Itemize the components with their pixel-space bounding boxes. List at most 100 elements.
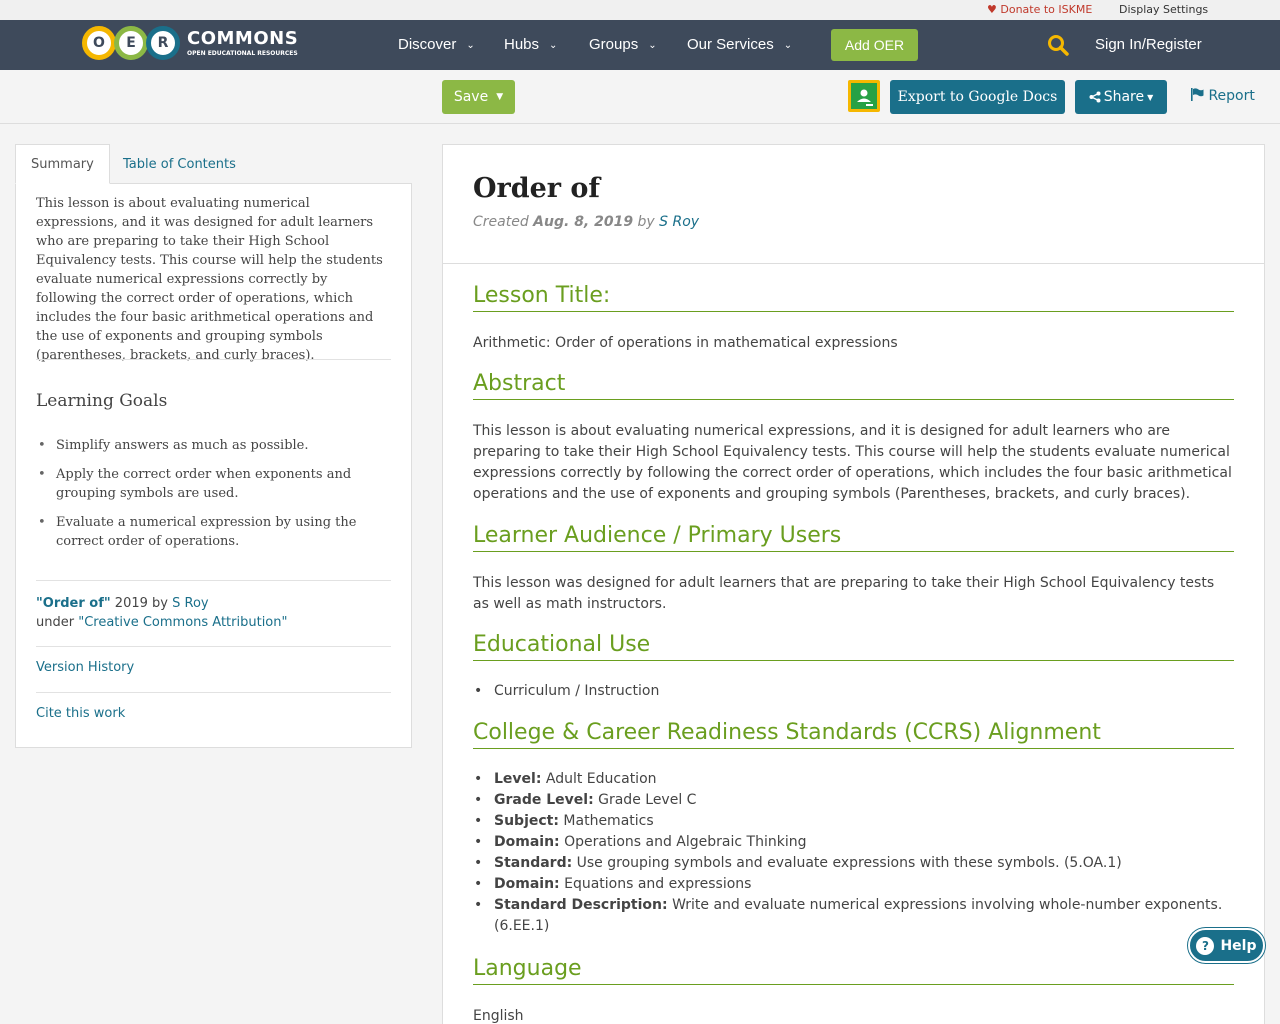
share-label: Share: [1103, 89, 1145, 105]
sidebar-tabs: Summary Table of Contents: [15, 144, 412, 184]
ccrs-value: Use grouping symbols and evaluate expres…: [576, 855, 1122, 871]
created-info: Created Aug. 8, 2019 by S Roy: [473, 214, 699, 230]
ccrs-list: Level: Adult Education Grade Level: Grad…: [473, 769, 1234, 937]
author-link[interactable]: S Roy: [172, 596, 208, 611]
donate-label: Donate to ISKME: [1000, 3, 1093, 16]
attribution-under: under: [36, 615, 75, 630]
heart-icon: ♥: [987, 3, 997, 16]
share-button[interactable]: Share ▼: [1075, 80, 1167, 114]
section-lesson-title: Lesson Title: Arithmetic: Order of opera…: [473, 282, 1234, 354]
divider: [36, 646, 391, 647]
learning-goals-title: Learning Goals: [36, 391, 168, 411]
author-link[interactable]: S Roy: [659, 214, 699, 230]
logo-letter-e: E: [114, 26, 148, 60]
chevron-down-icon: ⌄: [648, 40, 657, 51]
page-title: Order of: [473, 173, 601, 204]
created-label: Created: [473, 214, 529, 230]
flag-icon: [1191, 88, 1204, 101]
share-icon: [1089, 91, 1101, 103]
nav-our-services[interactable]: Our Services ⌄: [687, 36, 792, 53]
list-item: Domain: Operations and Algebraic Thinkin…: [494, 832, 1234, 853]
ccrs-value: Mathematics: [563, 813, 654, 829]
chevron-down-icon: ⌄: [466, 40, 475, 51]
section-text: Arithmetic: Order of operations in mathe…: [473, 335, 898, 351]
google-classroom-icon[interactable]: [848, 80, 880, 112]
list-item: Curriculum / Instruction: [494, 681, 1234, 702]
section-text: This lesson is about evaluating numerica…: [473, 423, 1232, 502]
sign-in-register-link[interactable]: Sign In/Register: [1095, 36, 1202, 53]
caret-down-icon: ▼: [496, 92, 504, 102]
tab-summary[interactable]: Summary: [15, 144, 110, 184]
ccrs-label: Standard Description:: [494, 897, 668, 913]
display-settings-link[interactable]: Display Settings: [1119, 3, 1208, 16]
ccrs-value: Grade Level C: [598, 792, 697, 808]
main-nav: O E R COMMONS OPEN EDUCATIONAL RESOURCES…: [0, 20, 1280, 70]
help-button[interactable]: ? Help: [1188, 928, 1265, 963]
section-language: Language English: [473, 955, 1234, 1024]
oer-commons-logo[interactable]: O E R COMMONS OPEN EDUCATIONAL RESOURCES: [82, 26, 298, 62]
list-item: Grade Level: Grade Level C: [494, 790, 1234, 811]
work-title-link[interactable]: "Order of": [36, 596, 111, 611]
nav-hubs-label: Hubs: [504, 36, 540, 53]
logo-brand: COMMONS: [187, 28, 299, 49]
nav-groups-label: Groups: [589, 36, 639, 53]
nav-groups[interactable]: Groups ⌄: [589, 36, 657, 53]
resource-toolbar: Save ▼ Export to Google Docs Share ▼ Rep…: [0, 70, 1280, 124]
ccrs-value: Equations and expressions: [564, 876, 752, 892]
list-item: Standard Description: Write and evaluate…: [494, 895, 1234, 937]
ccrs-label: Standard:: [494, 855, 573, 871]
section-abstract: Abstract This lesson is about evaluating…: [473, 370, 1234, 505]
nav-hubs[interactable]: Hubs ⌄: [504, 36, 557, 53]
divider: [36, 359, 391, 360]
list-item: Level: Adult Education: [494, 769, 1234, 790]
chevron-down-icon: ⌄: [549, 40, 558, 51]
chevron-down-icon: ⌄: [783, 40, 793, 51]
resource-content: Order of Created Aug. 8, 2019 by S Roy L…: [442, 144, 1265, 1024]
list-item: Standard: Use grouping symbols and evalu…: [494, 853, 1234, 874]
section-heading: Lesson Title:: [473, 282, 1234, 312]
save-button[interactable]: Save ▼: [442, 80, 515, 114]
ccrs-label: Grade Level:: [494, 792, 594, 808]
donate-link[interactable]: ♥ Donate to ISKME: [987, 3, 1092, 16]
learning-goals-list: Simplify answers as much as possible. Ap…: [56, 436, 376, 561]
license-link[interactable]: "Creative Commons Attribution": [78, 615, 287, 630]
section-educational-use: Educational Use Curriculum / Instruction: [473, 631, 1234, 702]
section-text: English: [473, 1008, 524, 1024]
export-google-docs-button[interactable]: Export to Google Docs: [890, 80, 1065, 114]
nav-our-services-label: Our Services: [687, 36, 774, 53]
add-oer-button[interactable]: Add OER: [831, 29, 918, 61]
divider: [443, 263, 1264, 264]
search-icon[interactable]: [1047, 34, 1069, 56]
list-item: Simplify answers as much as possible.: [56, 436, 376, 455]
divider: [36, 580, 391, 581]
version-history-link[interactable]: Version History: [36, 660, 134, 675]
summary-panel: This lesson is about evaluating numerica…: [15, 183, 412, 748]
section-text: This lesson was designed for adult learn…: [473, 575, 1215, 612]
question-icon: ?: [1196, 936, 1215, 955]
help-label: Help: [1220, 937, 1257, 954]
list-item: Evaluate a numerical expression by using…: [56, 513, 376, 551]
educational-use-list: Curriculum / Instruction: [473, 681, 1234, 702]
section-heading: College & Career Readiness Standards (CC…: [473, 719, 1234, 749]
report-link[interactable]: Report: [1190, 88, 1255, 104]
report-label: Report: [1208, 88, 1255, 104]
ccrs-label: Level:: [494, 771, 542, 787]
cite-work-link[interactable]: Cite this work: [36, 706, 125, 721]
ccrs-value: Adult Education: [545, 771, 657, 787]
save-label: Save: [453, 89, 489, 105]
logo-tagline: OPEN EDUCATIONAL RESOURCES: [187, 50, 298, 57]
ccrs-label: Domain:: [494, 834, 560, 850]
section-heading: Learner Audience / Primary Users: [473, 522, 1234, 552]
section-heading: Educational Use: [473, 631, 1234, 661]
logo-letter-r: R: [146, 26, 180, 60]
ccrs-label: Domain:: [494, 876, 560, 892]
tab-table-of-contents[interactable]: Table of Contents: [108, 144, 251, 184]
list-item: Subject: Mathematics: [494, 811, 1234, 832]
attribution-year: 2019 by: [114, 596, 168, 611]
ccrs-value: Operations and Algebraic Thinking: [564, 834, 807, 850]
section-heading: Language: [473, 955, 1234, 985]
created-date: Aug. 8, 2019: [533, 214, 634, 230]
section-ccrs: College & Career Readiness Standards (CC…: [473, 719, 1234, 937]
nav-discover[interactable]: Discover ⌄: [398, 36, 475, 53]
summary-text: This lesson is about evaluating numerica…: [36, 196, 383, 363]
